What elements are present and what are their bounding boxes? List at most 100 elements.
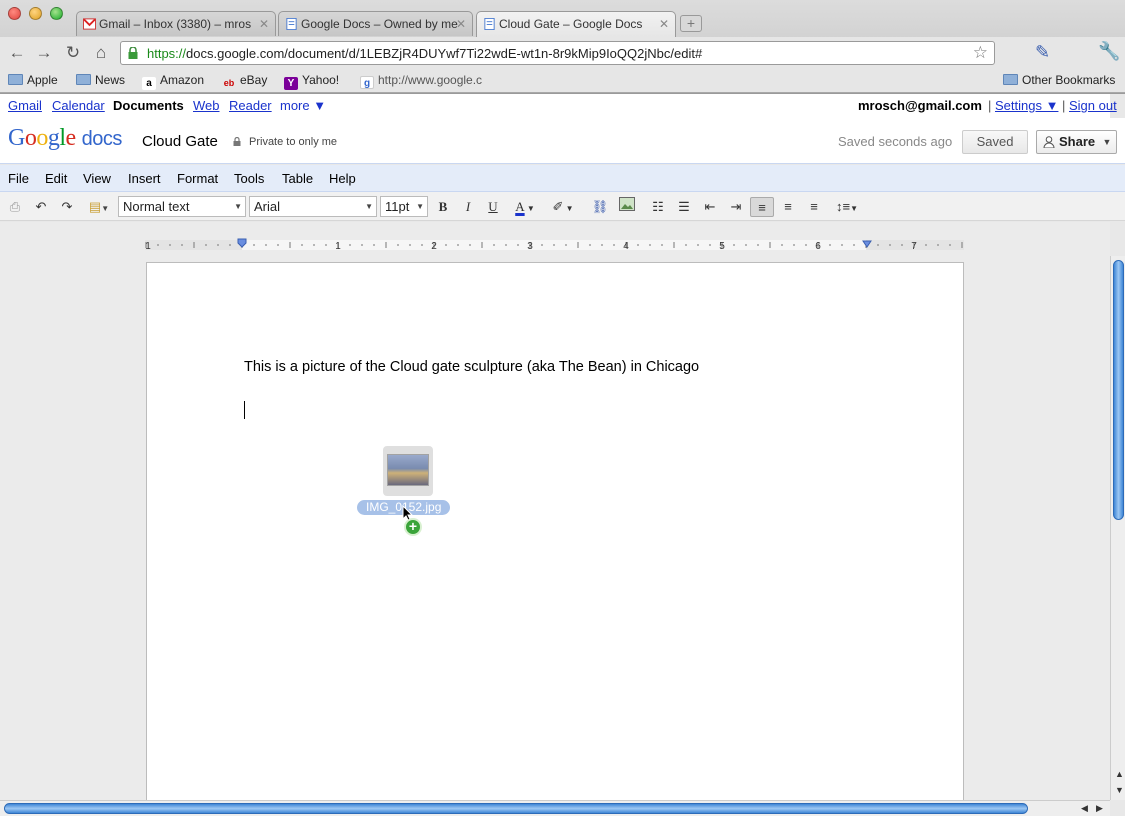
- menu-insert[interactable]: Insert: [128, 171, 161, 186]
- sign-out-link[interactable]: Sign out: [1069, 98, 1117, 113]
- address-bar[interactable]: https://docs.google.com/document/d/1LEBZ…: [120, 41, 995, 65]
- gbar-web-link[interactable]: Web: [193, 98, 220, 113]
- text-color-button[interactable]: A ▼: [510, 197, 540, 217]
- tab-gmail[interactable]: Gmail – Inbox (3380) – mros ✕: [76, 11, 276, 36]
- bulleted-list-icon[interactable]: ☰: [674, 197, 694, 217]
- google-icon: g: [360, 76, 374, 89]
- google-bar: Gmail Calendar Documents Web Reader more…: [0, 94, 1117, 118]
- url-text: https://docs.google.com/document/d/1LEBZ…: [147, 46, 702, 61]
- bookmark-label: http://www.google.c: [378, 73, 483, 87]
- bookmark-apple[interactable]: Apple: [8, 73, 58, 87]
- text-color-icon: A: [515, 199, 525, 214]
- share-dropdown-chevron-down-icon[interactable]: ▼: [1098, 130, 1117, 154]
- share-button[interactable]: Share: [1036, 130, 1099, 154]
- google-docs-logo[interactable]: Google docs: [8, 125, 122, 152]
- link-icon[interactable]: ⛓: [590, 197, 610, 217]
- line-spacing-icon[interactable]: ↕≡▼: [832, 197, 862, 217]
- undo-icon[interactable]: ↶: [31, 197, 51, 217]
- scroll-right-icon[interactable]: ▶: [1096, 803, 1103, 814]
- align-right-icon[interactable]: ≡: [804, 197, 824, 217]
- document-paragraph[interactable]: This is a picture of the Cloud gate scul…: [244, 359, 699, 375]
- window-close-button[interactable]: [8, 7, 21, 20]
- tab-close-icon[interactable]: ✕: [456, 12, 466, 36]
- menu-help[interactable]: Help: [329, 171, 356, 186]
- bookmark-label: Amazon: [160, 73, 205, 87]
- person-icon: [1043, 136, 1055, 148]
- other-bookmarks[interactable]: Other Bookmarks: [1003, 73, 1115, 87]
- horizontal-scroll-thumb[interactable]: [4, 803, 1028, 814]
- bookmark-google[interactable]: g http://www.google.c: [360, 73, 482, 89]
- menu-table[interactable]: Table: [282, 171, 313, 186]
- scroll-left-icon[interactable]: ◀: [1081, 803, 1088, 814]
- home-icon[interactable]: ⌂: [90, 42, 112, 64]
- tab-google-docs-list[interactable]: Google Docs – Owned by me ✕: [278, 11, 473, 36]
- tab-close-icon[interactable]: ✕: [259, 12, 269, 36]
- window-minimize-button[interactable]: [29, 7, 42, 20]
- menu-view[interactable]: View: [83, 171, 111, 186]
- underline-button[interactable]: U: [484, 197, 502, 217]
- bookmark-label: News: [95, 73, 126, 87]
- share-label: Share: [1059, 134, 1096, 149]
- font-family-select[interactable]: Arial ▼: [249, 196, 377, 217]
- url-scheme: https://: [147, 46, 187, 61]
- tab-label: Cloud Gate – Google Docs: [499, 17, 643, 31]
- italic-button[interactable]: I: [459, 197, 477, 217]
- print-icon[interactable]: ⎙: [5, 197, 25, 217]
- menu-tools[interactable]: Tools: [234, 171, 264, 186]
- gbar-calendar-link[interactable]: Calendar: [52, 98, 105, 113]
- pen-extension-icon[interactable]: ✎: [1035, 42, 1050, 63]
- horizontal-scrollbar[interactable]: ◀ ▶: [0, 800, 1110, 816]
- paint-format-icon[interactable]: ▤▼: [84, 197, 114, 217]
- vertical-scrollbar[interactable]: ▲ ▼: [1110, 256, 1125, 800]
- insert-image-icon[interactable]: [617, 197, 637, 217]
- font-size-select[interactable]: 11pt ▼: [380, 196, 428, 217]
- align-center-icon[interactable]: ≡: [778, 197, 798, 217]
- menu-format[interactable]: Format: [177, 171, 218, 186]
- bookmark-amazon[interactable]: a Amazon: [142, 73, 204, 90]
- document-page[interactable]: This is a picture of the Cloud gate scul…: [146, 262, 964, 807]
- forward-icon[interactable]: →: [33, 42, 55, 64]
- tab-cloud-gate[interactable]: Cloud Gate – Google Docs ✕: [476, 11, 676, 37]
- gbar-reader-link[interactable]: Reader: [229, 98, 272, 113]
- ruler-number: 2: [431, 241, 437, 252]
- new-tab-button[interactable]: +: [680, 15, 702, 32]
- bookmark-yahoo[interactable]: Y Yahoo!: [284, 73, 339, 90]
- wrench-icon[interactable]: 🔧: [1098, 41, 1120, 62]
- redo-icon[interactable]: ↷: [57, 197, 77, 217]
- tab-close-icon[interactable]: ✕: [659, 12, 669, 36]
- back-icon[interactable]: ←: [6, 42, 28, 64]
- ruler-number: 3: [527, 241, 533, 252]
- bookmark-star-icon[interactable]: ☆: [973, 43, 988, 63]
- ruler-number: 1: [145, 241, 151, 252]
- menu-file[interactable]: File: [8, 171, 29, 186]
- align-left-icon[interactable]: ≡: [750, 197, 774, 217]
- bookmark-news[interactable]: News: [76, 73, 125, 87]
- ruler-number: 7: [911, 241, 917, 252]
- highlighter-icon: ✐: [552, 199, 564, 214]
- decrease-indent-icon[interactable]: ⇤: [700, 197, 720, 217]
- document-title[interactable]: Cloud Gate: [142, 133, 218, 150]
- highlight-color-button[interactable]: ✐ ▼: [548, 197, 578, 217]
- window-zoom-button[interactable]: [50, 7, 63, 20]
- menu-edit[interactable]: Edit: [45, 171, 67, 186]
- privacy-status[interactable]: Private to only me: [249, 136, 337, 148]
- lock-icon: [128, 47, 138, 59]
- settings-menu[interactable]: Settings ▼: [995, 98, 1058, 113]
- vertical-scroll-thumb[interactable]: [1113, 260, 1124, 520]
- saved-button[interactable]: Saved: [962, 130, 1028, 154]
- dragged-image-thumbnail: [383, 446, 433, 496]
- font-family-value: Arial: [254, 199, 281, 214]
- doc-header: Google docs Cloud Gate Private to only me…: [0, 118, 1125, 164]
- paragraph-style-select[interactable]: Normal text ▼: [118, 196, 246, 217]
- chevron-down-icon: ▼: [416, 202, 424, 211]
- reload-icon[interactable]: ↻: [62, 42, 84, 64]
- numbered-list-icon[interactable]: ☷: [648, 197, 668, 217]
- ruler[interactable]: 1 1 2 3 4 5 6 7: [145, 238, 964, 252]
- gbar-gmail-link[interactable]: Gmail: [8, 98, 42, 113]
- gbar-more-menu[interactable]: more ▼: [280, 98, 326, 113]
- bookmark-ebay[interactable]: eb eBay: [222, 73, 268, 90]
- bold-button[interactable]: B: [434, 197, 452, 217]
- scroll-down-icon[interactable]: ▼: [1115, 785, 1124, 795]
- increase-indent-icon[interactable]: ⇥: [726, 197, 746, 217]
- scroll-up-icon[interactable]: ▲: [1115, 769, 1124, 779]
